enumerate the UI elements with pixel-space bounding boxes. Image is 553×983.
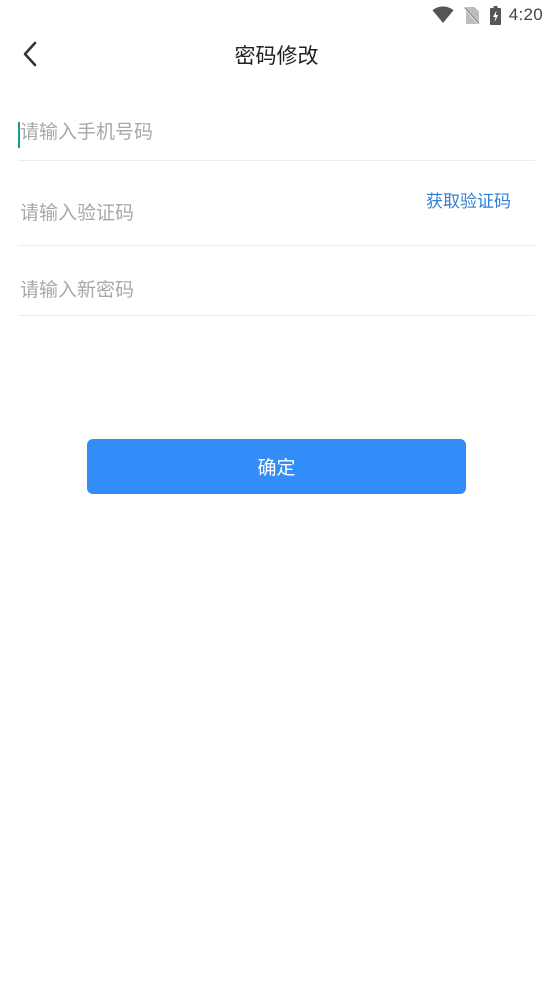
page-title: 密码修改	[234, 44, 319, 68]
battery-charging-icon	[489, 5, 501, 25]
new-password-input[interactable]	[18, 265, 535, 315]
phone-field-row	[18, 104, 535, 161]
confirm-button[interactable]: 确定	[87, 439, 466, 494]
get-code-button[interactable]: 获取验证码	[426, 190, 511, 214]
phone-input[interactable]	[18, 104, 535, 160]
verification-code-input[interactable]	[18, 180, 398, 245]
no-sim-icon	[463, 5, 480, 25]
status-bar: 4:20	[0, 0, 553, 30]
verification-code-row: 获取验证码	[18, 180, 535, 246]
status-icons: 4:20	[432, 5, 543, 25]
nav-bar: 密码修改	[0, 30, 553, 82]
status-time: 4:20	[508, 5, 543, 24]
wifi-icon	[432, 6, 454, 24]
new-password-row	[18, 265, 535, 316]
